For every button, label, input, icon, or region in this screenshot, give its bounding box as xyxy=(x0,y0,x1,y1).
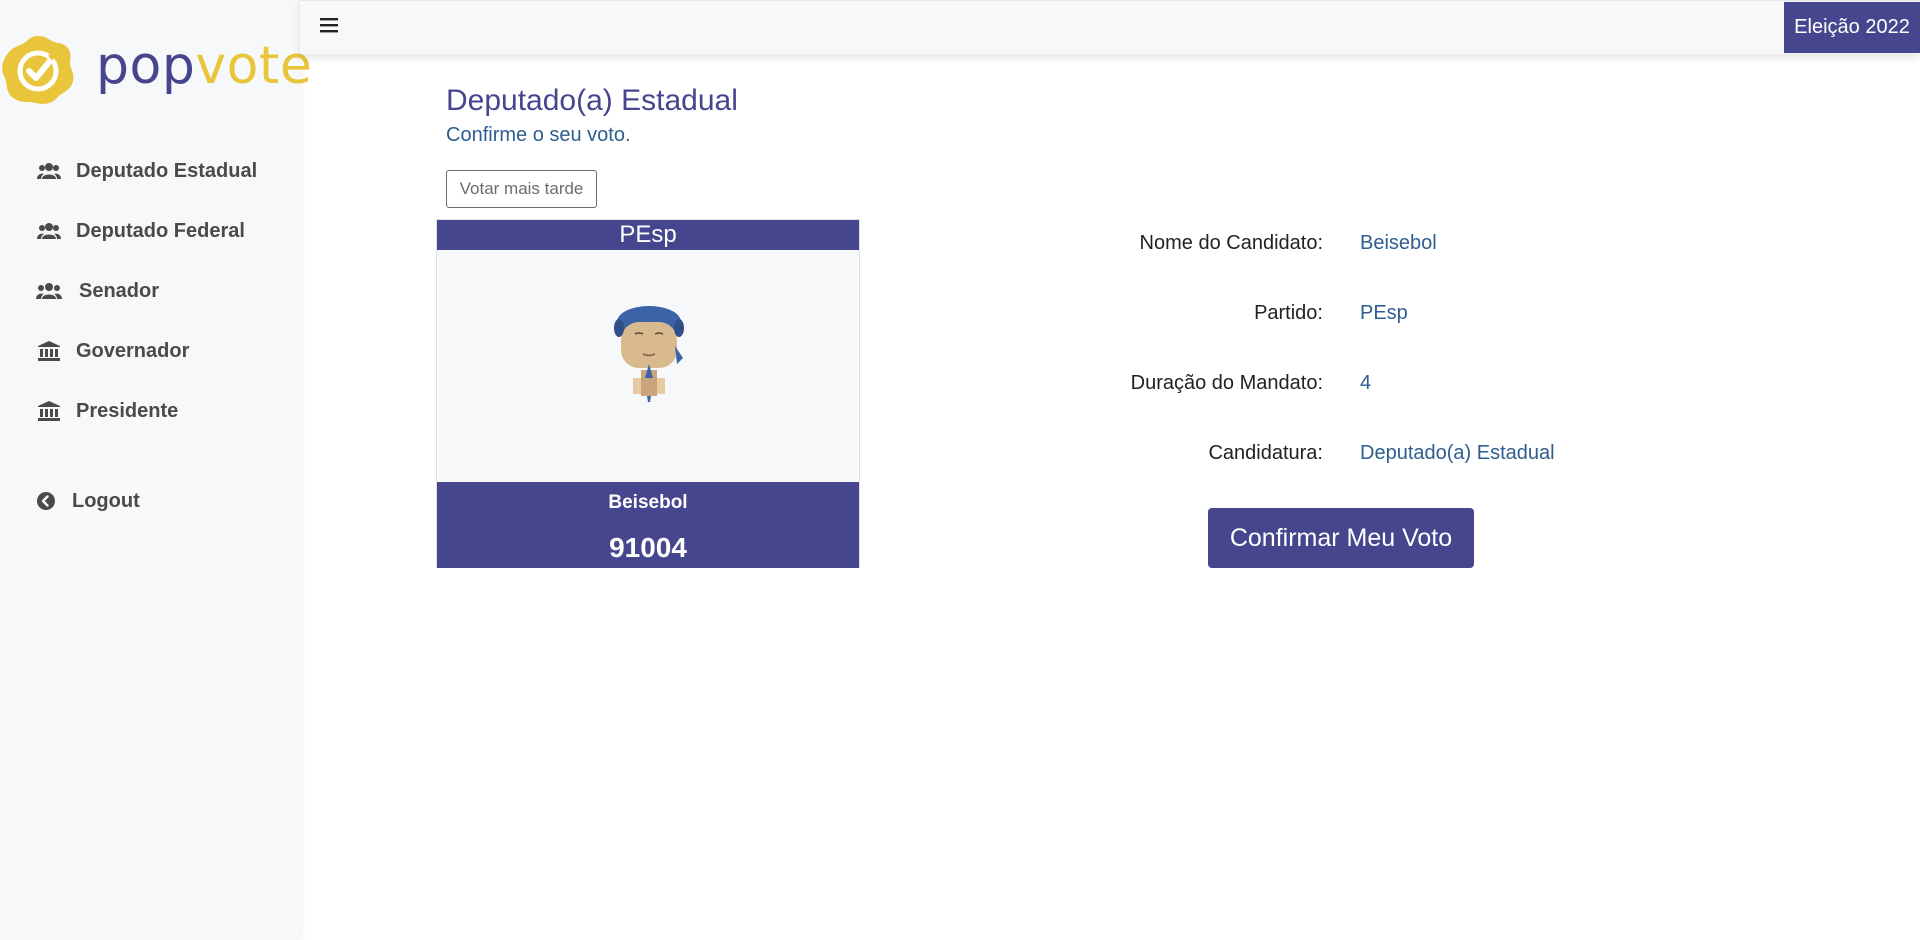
logo-wordmark-vote: vote xyxy=(195,36,313,96)
sidebar: popvote Deputado Estadual Deputado Feder… xyxy=(0,0,312,940)
vote-later-button[interactable]: Votar mais tarde xyxy=(446,170,597,208)
detail-label: Candidatura: xyxy=(1208,442,1323,464)
page-subtitle: Confirme o seu voto. xyxy=(446,124,631,146)
detail-label: Partido: xyxy=(1254,302,1323,324)
top-bar: Eleição 2022 xyxy=(300,0,1920,54)
sidebar-item-governador[interactable]: Governador xyxy=(36,336,189,366)
detail-value-row: 4 xyxy=(1360,372,1660,398)
detail-value-row: Beisebol xyxy=(1360,232,1660,258)
sidebar-item-presidente[interactable]: Presidente xyxy=(36,396,178,426)
detail-row-party: Partido: xyxy=(0,302,1323,328)
sidebar-item-label: Presidente xyxy=(76,399,179,422)
detail-row-term-duration: Duração do Mandato: xyxy=(0,372,1323,398)
sidebar-item-label: Senador xyxy=(79,279,160,302)
sidebar-item-deputado-estadual[interactable]: Deputado Estadual xyxy=(36,156,257,186)
election-badge: Eleição 2022 xyxy=(1784,2,1920,53)
detail-row-candidate-name: Nome do Candidato: xyxy=(0,232,1323,258)
hamburger-icon[interactable] xyxy=(320,15,340,37)
detail-label: Nome do Candidato: xyxy=(1139,232,1323,254)
sidebar-item-label: Deputado Estadual xyxy=(76,159,258,182)
candidate-name: Beisebol xyxy=(608,492,688,513)
detail-value-row: Deputado(a) Estadual xyxy=(1360,442,1660,468)
popvote-logo[interactable]: popvote xyxy=(0,30,312,110)
logout-label: Logout xyxy=(72,489,140,512)
detail-label: Duração do Mandato: xyxy=(1130,372,1323,394)
bank-icon xyxy=(36,340,62,362)
detail-value: Beisebol xyxy=(1360,232,1437,254)
detail-value-row: PEsp xyxy=(1360,302,1660,328)
logo-wordmark: popvote xyxy=(96,40,312,92)
confirm-vote-button[interactable]: Confirmar Meu Voto xyxy=(1208,508,1474,568)
detail-row-candidacy: Candidatura: xyxy=(0,442,1323,468)
bank-icon xyxy=(36,400,62,422)
detail-value: 4 xyxy=(1360,372,1372,394)
check-badge-logo-icon xyxy=(2,36,74,104)
candidate-number: 91004 xyxy=(609,532,687,563)
candidate-card-footer: Beisebol 91004 xyxy=(437,482,859,568)
chevron-circle-left-icon xyxy=(36,490,56,512)
sidebar-item-label: Governador xyxy=(76,339,190,362)
users-icon xyxy=(36,160,62,182)
detail-value: Deputado(a) Estadual xyxy=(1360,442,1555,464)
logo-wordmark-pop: pop xyxy=(96,36,196,96)
page-title: Deputado(a) Estadual xyxy=(446,84,738,117)
logout-button[interactable]: Logout xyxy=(36,486,140,516)
users-icon xyxy=(36,280,62,302)
detail-value: PEsp xyxy=(1360,302,1408,324)
